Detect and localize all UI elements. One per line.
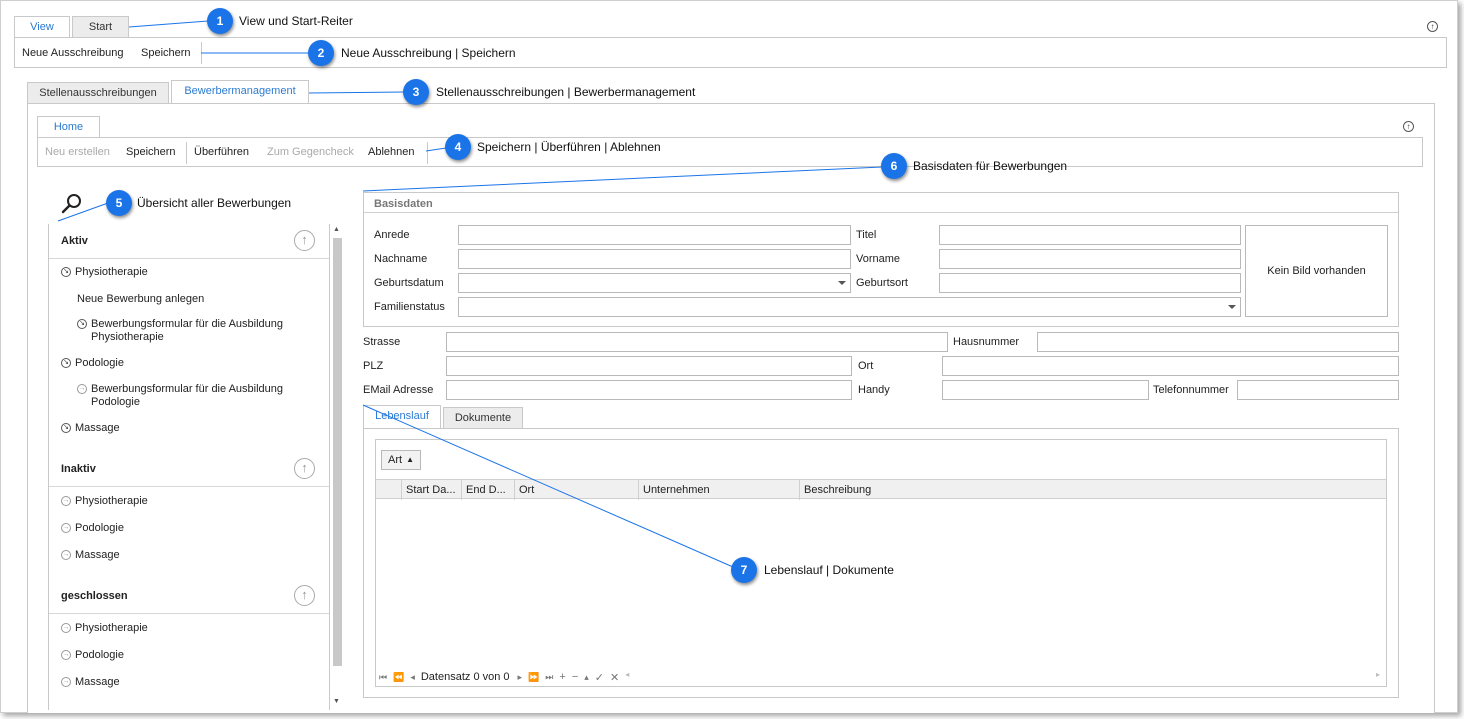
callout-leader-lines xyxy=(57,20,883,568)
callout-text-2: Neue Ausschreibung | Speichern xyxy=(341,46,516,60)
callout-text-7: Lebenslauf | Dokumente xyxy=(764,563,894,577)
callout-badge-4: 4 xyxy=(445,134,471,160)
callout-line-5 xyxy=(57,202,109,222)
callout-text-1: View und Start-Reiter xyxy=(239,14,353,28)
callout-line-6 xyxy=(362,166,883,192)
callout-badge-2: 2 xyxy=(308,40,334,66)
callout-text-6: Basisdaten für Bewerbungen xyxy=(913,159,1068,173)
callout-badge-5: 5 xyxy=(106,190,132,216)
callout-line-1 xyxy=(128,20,209,28)
callout-badge-3: 3 xyxy=(403,79,429,105)
callout-line-4 xyxy=(425,147,447,152)
callout-text-3: Stellenausschreibungen | Bewerbermanagem… xyxy=(436,85,696,99)
callout-badge-6: 6 xyxy=(881,153,907,179)
callout-line-7 xyxy=(362,404,734,568)
callout-text-4: Speichern | Überführen | Ablehnen xyxy=(477,140,661,154)
callout-line-3 xyxy=(308,91,405,94)
callout-badge-1: 1 xyxy=(207,8,233,34)
callout-text-5: Übersicht aller Bewerbungen xyxy=(137,196,292,210)
callout-badge-7: 7 xyxy=(731,557,757,583)
